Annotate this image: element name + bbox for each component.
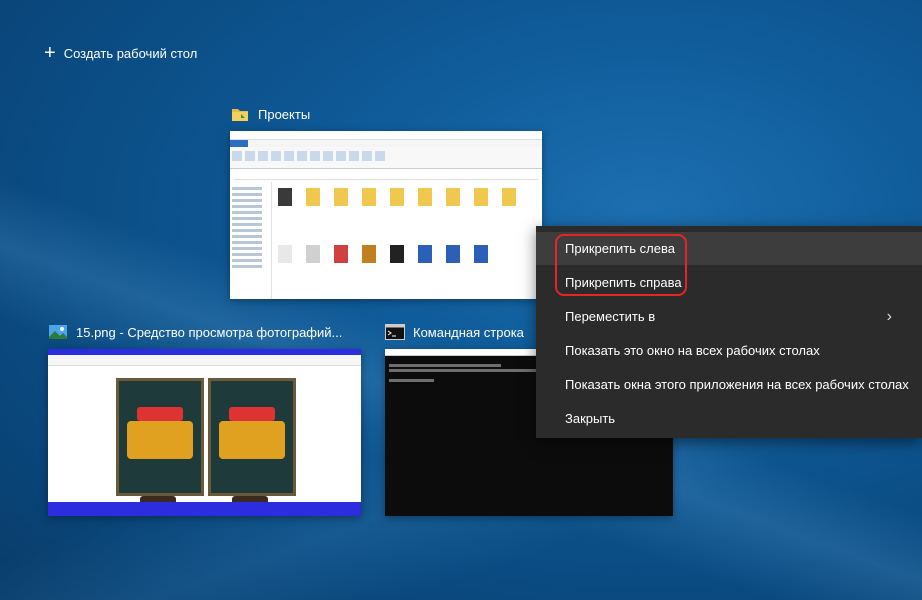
menu-item-label: Закрыть [565,411,616,426]
window-title-cmd[interactable]: Командная строка [385,322,524,342]
menu-item-show-app-windows-all-desktops[interactable]: Показать окна этого приложения на всех р… [536,368,922,401]
context-menu: Прикрепить слева Прикрепить справа Перем… [536,226,922,438]
explorer-ribbon [230,147,542,169]
window-title-photos[interactable]: 15.png - Средство просмотра фотографий..… [48,322,342,342]
cmd-icon [385,322,405,342]
window-thumbnail-explorer[interactable] [230,131,542,299]
photos-image [48,366,361,506]
window-title-explorer[interactable]: Проекты [230,104,310,124]
menu-item-label: Прикрепить слева [565,241,675,256]
plus-icon: + [44,42,56,64]
menu-item-snap-right[interactable]: Прикрепить справа [536,266,922,299]
menu-item-label: Переместить в [565,309,656,324]
photos-app-icon [48,322,68,342]
explorer-titlebar [230,131,542,140]
menu-item-label: Показать это окно на всех рабочих столах [565,343,820,358]
menu-item-close[interactable]: Закрыть [536,402,922,435]
explorer-file-grid [272,182,542,299]
explorer-navigation-pane [230,182,272,299]
folder-icon [230,104,250,124]
photos-toolbar [48,355,361,366]
explorer-ribbon-tabs [230,140,542,147]
menu-item-label: Прикрепить справа [565,275,682,290]
menu-item-label: Показать окна этого приложения на всех р… [565,377,909,392]
chevron-right-icon: › [886,308,892,325]
new-desktop-label: Создать рабочий стол [63,45,198,61]
window-title-text: Командная строка [413,324,524,340]
window-title-text: Проекты [258,106,311,122]
window-thumbnail-photos[interactable] [48,349,361,516]
photos-bottom-bar [48,502,361,516]
explorer-address-bar [234,171,538,180]
new-desktop-button[interactable]: + Создать рабочий стол [44,42,198,64]
window-title-text: 15.png - Средство просмотра фотографий..… [76,324,343,340]
menu-item-move-to[interactable]: Переместить в › [536,300,922,333]
menu-item-snap-left[interactable]: Прикрепить слева [536,232,922,265]
menu-item-show-window-all-desktops[interactable]: Показать это окно на всех рабочих столах [536,334,922,367]
